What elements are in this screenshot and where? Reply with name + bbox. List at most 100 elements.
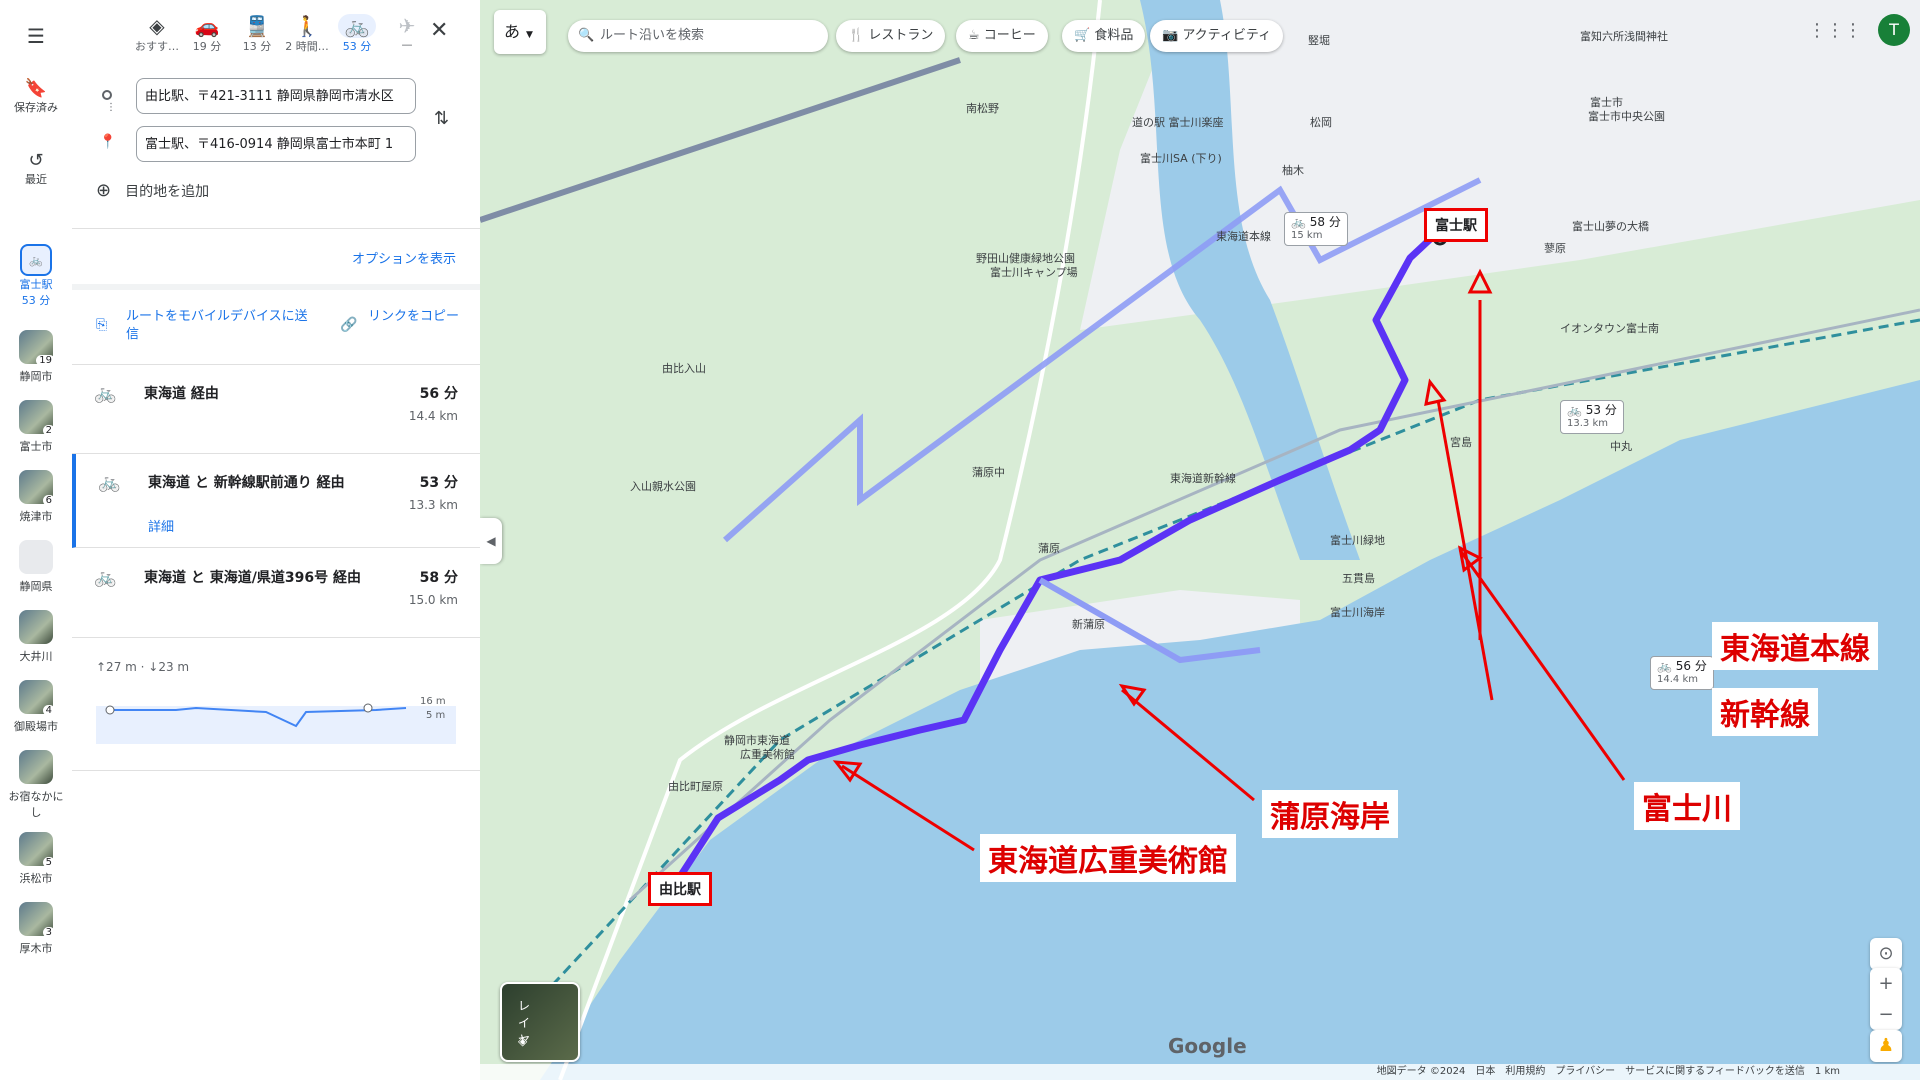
account-avatar[interactable]: T [1878, 14, 1910, 46]
rail-item-5[interactable]: 4 御殿場市 [0, 680, 72, 734]
place-thumbnail: 4 [19, 680, 55, 716]
pegman-icon: ♟ [1877, 1035, 1895, 1056]
menu-button[interactable]: ☰ [0, 24, 72, 48]
my-location-button[interactable]: ⊙ [1870, 938, 1902, 970]
start-station-label[interactable]: 由比駅 [648, 872, 712, 906]
place-thumbnail: 2 [19, 400, 55, 436]
active-trip-button[interactable]: 🚲 富士駅 53 分 [0, 244, 72, 308]
show-options-link[interactable]: オプションを表示 [352, 248, 456, 267]
route-option-selected[interactable]: 🚲 東海道 と 新幹線駅前通り 経由 53 分 13.3 km 詳細 [72, 454, 480, 548]
route-time-label[interactable]: 🚲 53 分 13.3 km [1560, 400, 1624, 434]
place-label: 蒲原 [1038, 542, 1060, 555]
annotation-label: 東海道広重美術館 [980, 834, 1236, 882]
swap-button[interactable]: ⇅ [434, 108, 449, 129]
chip-coffee[interactable]: ☕ コーヒー [956, 20, 1048, 52]
car-icon: 🚗 [194, 14, 220, 38]
send-to-mobile-button[interactable]: ⎘ ルートをモバイルデバイスに送信 [96, 308, 316, 344]
copy-link-button[interactable]: 🔗 リンクをコピー [340, 308, 470, 333]
add-destination-button[interactable]: ⊕ 目的地を追加 [96, 180, 209, 201]
end-station-label[interactable]: 富士駅 [1424, 208, 1488, 242]
mode-plane[interactable]: ✈ — [382, 14, 432, 62]
send-device-icon: ⎘ [96, 317, 108, 333]
menu-icon: ☰ [27, 24, 45, 48]
place-label: 由比町屋原 [668, 780, 723, 793]
rail-item-8[interactable]: 3 厚木市 [0, 902, 72, 956]
mode-recommended[interactable]: ◈ おすす… [132, 14, 182, 62]
search-icon: 🔍 [578, 28, 595, 43]
recent-label: 最近 [25, 173, 47, 186]
chip-grocery[interactable]: 🛒 食料品 [1062, 20, 1146, 52]
mode-train[interactable]: 🚆 13 分 [232, 14, 282, 62]
route-search-input[interactable]: 🔍 ルート沿いを検索 [568, 20, 828, 52]
route-time-label[interactable]: 🚲 58 分 15 km [1284, 212, 1348, 246]
place-label: 東海道新幹線 [1170, 472, 1236, 485]
recent-button[interactable]: ↺ 最近 [0, 150, 72, 187]
bike-icon: 🚲 [338, 14, 376, 38]
place-label: 松岡 [1310, 116, 1332, 129]
chip-activity[interactable]: 📷 アクティビティ [1150, 20, 1284, 52]
input-language-button[interactable]: あ ▼ [494, 10, 546, 54]
location-icon: ⊙ [1878, 943, 1894, 964]
layers-button[interactable]: ◈ レイヤ [500, 982, 580, 1062]
rail-item-6[interactable]: お宿なかにし [0, 750, 72, 820]
route-distance: 14.4 km [408, 409, 458, 423]
mode-walk[interactable]: 🚶 2 時間… [282, 14, 332, 62]
restaurant-icon: 🍴 [848, 28, 865, 43]
place-label: イオンタウン富士南 [1560, 322, 1659, 335]
place-label: 富士川緑地 [1330, 534, 1385, 547]
bike-icon: 🚲 [98, 472, 121, 493]
route-option[interactable]: 🚲 東海道 と 東海道/県道396号 経由 58 分 15.0 km [72, 549, 480, 638]
place-label: 由比入山 [662, 362, 706, 375]
rail-item-4[interactable]: 大井川 [0, 610, 72, 664]
street-view-button[interactable]: ♟ [1870, 1030, 1902, 1062]
route-time-label[interactable]: 🚲 56 分 14.4 km [1650, 656, 1714, 690]
route-option[interactable]: 🚲 東海道 経由 56 分 14.4 km [72, 365, 480, 454]
map-footer[interactable]: 地図データ ©2024 日本 利用規約 プライバシー サービスに関するフィードバ… [480, 1064, 1920, 1080]
active-trip-name: 富士駅 [19, 278, 53, 291]
destination-input[interactable]: 富士駅、〒416-0914 静岡県富士市本町 1 [136, 126, 416, 162]
collapse-panel-button[interactable]: ◀ [480, 518, 502, 564]
place-label: 富士川キャンプ場 [990, 266, 1078, 279]
left-rail: ☰ 🔖 保存済み ↺ 最近 🚲 富士駅 53 分 19 静岡市 2 富士市 6 焼津市… [0, 0, 73, 1080]
mode-car[interactable]: 🚗 19 分 [182, 14, 232, 62]
plane-icon: ✈ [398, 14, 416, 38]
elevation-marker [363, 703, 373, 713]
place-label: 広重美術館 [740, 748, 795, 761]
google-logo: Google [1168, 1034, 1247, 1058]
place-label: 富知六所浅間神社 [1580, 30, 1668, 43]
zoom-in-button[interactable]: + [1870, 968, 1902, 999]
coffee-icon: ☕ [968, 28, 980, 43]
close-icon: ✕ [430, 18, 449, 43]
place-label: 蓼原 [1544, 242, 1566, 255]
origin-input[interactable]: 由比駅、〒421-3111 静岡県静岡市清水区 [136, 78, 416, 114]
rail-item-1[interactable]: 2 富士市 [0, 400, 72, 454]
place-thumbnail: 6 [19, 470, 55, 506]
rail-item-2[interactable]: 6 焼津市 [0, 470, 72, 524]
active-trip-time: 53 分 [21, 294, 51, 307]
zoom-controls: + − [1870, 968, 1902, 1030]
rail-item-7[interactable]: 5 浜松市 [0, 832, 72, 886]
directions-panel: ◈ おすす… 🚗 19 分 🚆 13 分 🚶 2 時間… 🚲 53 分 ✈ — ✕ ⋮ 📍 … [72, 0, 481, 1080]
rail-item-3[interactable]: 静岡県 [0, 540, 72, 594]
annotation-label: 東海道本線 [1712, 622, 1878, 670]
zoom-out-button[interactable]: − [1870, 999, 1902, 1030]
bike-icon: 🚲 [94, 383, 117, 404]
mode-bike[interactable]: 🚲 53 分 [332, 14, 382, 62]
apps-grid-icon[interactable]: ⋮⋮⋮ [1808, 20, 1862, 41]
route-time: 58 分 [419, 570, 458, 586]
route-details-link[interactable]: 詳細 [148, 516, 174, 535]
rail-item-0[interactable]: 19 静岡市 [0, 330, 72, 384]
route-name: 東海道 と 東海道/県道396号 経由 [144, 570, 361, 586]
place-label: 富士山夢の大橋 [1572, 220, 1649, 233]
chip-restaurant[interactable]: 🍴 レストラン [836, 20, 946, 52]
place-label: 南松野 [966, 102, 999, 115]
map-canvas[interactable]: 南松野 野田山健康緑地公園 富士川キャンプ場 由比入山 入山親水公園 蒲原中 蒲… [480, 0, 1920, 1080]
close-button[interactable]: ✕ [430, 18, 448, 43]
place-thumbnail [19, 610, 53, 644]
elevation-start-marker [105, 705, 115, 715]
walk-icon: 🚶 [294, 14, 320, 38]
saved-button[interactable]: 🔖 保存済み [0, 78, 72, 115]
route-time: 53 分 [419, 475, 458, 491]
saved-label: 保存済み [14, 101, 58, 114]
cart-icon: 🛒 [1074, 28, 1091, 43]
